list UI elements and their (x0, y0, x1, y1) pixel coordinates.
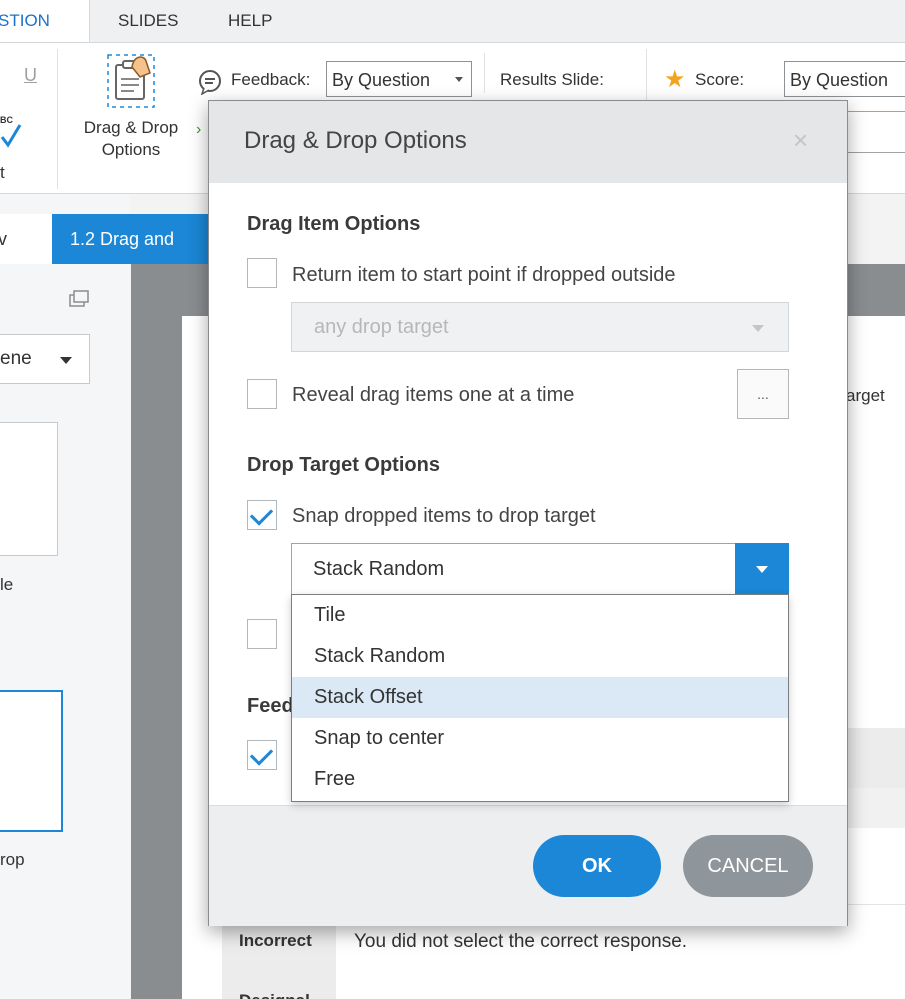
dropdown-option-snap-to-center[interactable]: Snap to center (292, 718, 788, 759)
drop-target-scope-value: any drop target (314, 316, 449, 338)
drag-drop-options-label: Drag & Drop Options (83, 118, 179, 159)
chevron-down-icon (455, 77, 463, 82)
tab-partial-label: v (0, 229, 7, 249)
snap-behavior-select[interactable]: Stack Random (291, 543, 789, 595)
snap-behavior-dropdown-list: Tile Stack Random Stack Offset Snap to c… (291, 594, 789, 802)
next-row-label: Designal (239, 991, 310, 999)
slide-thumbnail-selected[interactable] (0, 690, 63, 832)
snap-behavior-value: Stack Random (313, 558, 445, 580)
underline-icon[interactable]: U (24, 65, 37, 86)
dropdown-toggle-button[interactable] (735, 543, 789, 595)
snap-items-checkbox[interactable] (247, 500, 277, 530)
return-item-checkbox[interactable] (247, 258, 277, 288)
ribbon-left-label: t (0, 163, 5, 182)
dropdown-option-stack-offset[interactable]: Stack Offset (292, 677, 788, 718)
scene-select[interactable]: ene (0, 334, 90, 384)
cancel-button[interactable]: CANCEL (683, 835, 813, 897)
ribbon-divider (57, 49, 58, 189)
drag-drop-options-button[interactable]: Drag & Drop Options (68, 49, 194, 169)
tab-partial[interactable]: v (0, 214, 52, 264)
dropdown-option-stack-random[interactable]: Stack Random (292, 636, 788, 677)
feedback-heading-partial: Feed (247, 695, 294, 717)
score-select-value: By Question (790, 70, 889, 90)
chevron-down-icon (60, 357, 72, 364)
feedback-option-checkbox[interactable] (247, 740, 277, 770)
ok-button[interactable]: OK (533, 835, 661, 897)
ribbon-tab-bar: STION SLIDES HELP (0, 0, 905, 43)
table-label-cell: Designal (222, 979, 336, 999)
incorrect-label: Incorrect (239, 931, 312, 950)
green-mark-icon: › (196, 121, 202, 138)
snap-items-label: Snap dropped items to drop target (292, 505, 596, 527)
ribbon-input-field[interactable] (846, 111, 905, 153)
dropdown-option-free[interactable]: Free (292, 759, 788, 800)
results-slide-label: Results Slide: (500, 70, 604, 89)
slide-thumbnail-label: rop (0, 850, 25, 869)
dialog-title: Drag & Drop Options (244, 127, 467, 154)
feedback-label: Feedback: (231, 70, 311, 89)
dropdown-option-tile[interactable]: Tile (292, 595, 788, 636)
chevron-down-icon (756, 566, 768, 573)
reveal-items-label: Reveal drag items one at a time (292, 384, 575, 406)
drag-drop-icon (106, 53, 156, 109)
drag-drop-options-dialog: Drag & Drop Options × Drag Item Options … (208, 100, 848, 926)
tab-question[interactable]: STION (0, 0, 90, 42)
checkmark-icon (249, 742, 274, 766)
spellcheck-icon[interactable]: BC (0, 107, 30, 157)
ribbon-divider (484, 53, 485, 93)
score-label: Score: (695, 70, 745, 89)
drag-item-options-heading: Drag Item Options (247, 213, 421, 235)
tab-help[interactable]: HELP (228, 0, 272, 42)
checkmark-icon (249, 502, 274, 526)
svg-text:BC: BC (0, 115, 13, 125)
drop-target-header-partial: arget (846, 386, 885, 405)
feedback-select-value: By Question (332, 70, 431, 90)
star-icon: ★ (664, 66, 686, 93)
feedback-select[interactable]: By Question (326, 61, 472, 97)
drop-option-checkbox[interactable] (247, 619, 277, 649)
tab-slides[interactable]: SLIDES (118, 0, 178, 42)
slide-thumbnail-label: le (0, 575, 14, 594)
dialog-header: Drag & Drop Options × (209, 101, 847, 183)
close-icon[interactable]: × (793, 125, 808, 156)
restore-window-icon[interactable] (69, 290, 89, 308)
incorrect-message[interactable]: You did not select the correct response. (354, 931, 687, 953)
scene-select-value: ene (0, 348, 32, 369)
tab-slide-1-2[interactable]: 1.2 Drag and (52, 214, 212, 264)
return-item-label: Return item to start point if dropped ou… (292, 264, 676, 286)
reveal-items-checkbox[interactable] (247, 379, 277, 409)
drop-target-scope-select: any drop target (291, 302, 789, 352)
filmstrip-panel (0, 194, 130, 999)
feedback-icon (198, 69, 224, 96)
reveal-settings-button[interactable]: ... (737, 369, 789, 419)
drop-target-options-heading: Drop Target Options (247, 454, 440, 476)
slide-thumbnail[interactable] (0, 422, 58, 556)
chevron-down-icon (752, 325, 764, 332)
score-select[interactable]: By Question (784, 61, 905, 97)
